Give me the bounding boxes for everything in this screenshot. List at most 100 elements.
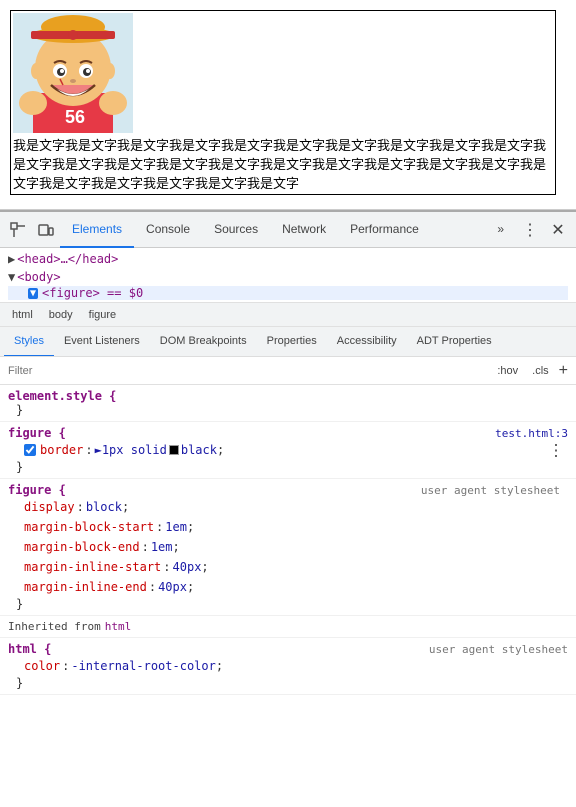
filter-right-controls: :hov .cls + bbox=[493, 362, 568, 380]
css-inherited-text: Inherited from bbox=[8, 620, 101, 633]
tab-performance[interactable]: Performance bbox=[338, 212, 431, 248]
css-prop-value-mbs: 1em bbox=[165, 517, 187, 537]
filter-cls-button[interactable]: .cls bbox=[528, 363, 553, 379]
css-rule-figure-ua-header: figure { user agent stylesheet bbox=[8, 483, 568, 497]
devtools-tab-list: Elements Console Sources Network Perform… bbox=[60, 212, 485, 248]
devtools-menu-button[interactable]: ⋮ bbox=[518, 218, 542, 242]
dom-figure-row[interactable]: ▼ <figure> == $0 bbox=[8, 286, 568, 300]
css-inherited-html-tag[interactable]: html bbox=[105, 620, 132, 633]
css-property-margin-block-start: margin-block-start : 1em ; bbox=[8, 517, 568, 537]
css-rule-html-closing: } bbox=[8, 676, 568, 690]
css-prop-value-mbe: 1em bbox=[151, 537, 173, 557]
styles-tab-properties[interactable]: Properties bbox=[257, 327, 327, 357]
figure-element: 56 bbox=[10, 10, 556, 195]
css-prop-value-border-px: 1px solid bbox=[102, 440, 167, 460]
css-rule-figure-menu[interactable]: ⋮ bbox=[544, 439, 568, 462]
css-rule-html-header: html { user agent stylesheet bbox=[8, 642, 568, 656]
css-property-margin-block-end: margin-block-end : 1em ; bbox=[8, 537, 568, 557]
css-prop-name-margin-block-start[interactable]: margin-block-start bbox=[24, 517, 154, 537]
dom-head-row[interactable]: ▶ <head>…</head> bbox=[8, 250, 568, 268]
css-semicolon-mie: ; bbox=[187, 577, 194, 597]
styles-tab-dom-breakpoints[interactable]: DOM Breakpoints bbox=[150, 327, 257, 357]
css-prop-name-margin-block-end[interactable]: margin-block-end bbox=[24, 537, 140, 557]
filter-hov-button[interactable]: :hov bbox=[493, 363, 522, 379]
css-prop-value-mie: 40px bbox=[158, 577, 187, 597]
css-semicolon-mbe: ; bbox=[173, 537, 180, 557]
dom-expand-body[interactable]: ▼ bbox=[8, 268, 15, 286]
tab-more[interactable]: » bbox=[485, 212, 516, 248]
css-color-swatch-black[interactable] bbox=[169, 445, 179, 455]
svg-text:56: 56 bbox=[65, 107, 85, 127]
css-property-display: display : block ; bbox=[8, 497, 568, 517]
css-semicolon-border: ; bbox=[217, 440, 224, 460]
dom-figure-selected-marker: ▼ bbox=[28, 288, 38, 299]
dom-tree: ▶ <head>…</head> ▼ <body> ▼ <figure> == … bbox=[0, 248, 576, 303]
styles-filter-bar: :hov .cls + bbox=[0, 357, 576, 385]
styles-tab-list: Styles Event Listeners DOM Breakpoints P… bbox=[0, 327, 576, 357]
css-prop-name-display[interactable]: display bbox=[24, 497, 75, 517]
tab-elements[interactable]: Elements bbox=[60, 212, 134, 248]
toolbar-right-actions: » ⋮ ✕ bbox=[485, 212, 572, 248]
figure-caption: 我是文字我是文字我是文字我是文字我是文字我是文字我是文字我是文字我是文字我是文字… bbox=[13, 135, 553, 192]
dom-body-row[interactable]: ▼ <body> bbox=[8, 268, 568, 286]
css-selector-figure[interactable]: figure { bbox=[8, 426, 66, 440]
css-rule-element-style-closing: } bbox=[8, 403, 568, 417]
css-selector-figure-ua[interactable]: figure { bbox=[8, 483, 66, 497]
css-prop-value-display: block bbox=[86, 497, 122, 517]
css-selector-element-style[interactable]: element.style { bbox=[8, 389, 116, 403]
css-prop-name-color[interactable]: color bbox=[24, 656, 60, 676]
tab-console[interactable]: Console bbox=[134, 212, 202, 248]
css-prop-name-margin-inline-end[interactable]: margin-inline-end bbox=[24, 577, 147, 597]
styles-tab-styles[interactable]: Styles bbox=[4, 327, 54, 357]
css-colon-display: : bbox=[77, 497, 84, 517]
devtools-panel: Elements Console Sources Network Perform… bbox=[0, 210, 576, 807]
dom-body-tag: <body> bbox=[17, 268, 60, 286]
dom-breadcrumb: html body figure bbox=[0, 303, 576, 327]
css-styles-panel: element.style { } figure { test.html:3 b… bbox=[0, 385, 576, 807]
styles-tab-accessibility[interactable]: Accessibility bbox=[327, 327, 407, 357]
devtools-toolbar: Elements Console Sources Network Perform… bbox=[0, 212, 576, 248]
css-prop-value-border-expand[interactable]: ► bbox=[95, 440, 102, 460]
css-rule-element-style-header: element.style { bbox=[8, 389, 568, 403]
breadcrumb-figure[interactable]: figure bbox=[85, 307, 121, 323]
dom-expand-head[interactable]: ▶ bbox=[8, 250, 15, 268]
css-property-margin-inline-start: margin-inline-start : 40px ; bbox=[8, 557, 568, 577]
devtools-close-button[interactable]: ✕ bbox=[544, 216, 572, 244]
css-property-color: color : -internal-root-color ; bbox=[8, 656, 568, 676]
css-colon-border: : bbox=[85, 440, 92, 460]
css-prop-name-border[interactable]: border bbox=[40, 440, 83, 460]
css-semicolon-display: ; bbox=[122, 497, 129, 517]
css-colon-mis: : bbox=[163, 557, 170, 577]
css-colon-mie: : bbox=[149, 577, 156, 597]
css-rule-figure-header: figure { test.html:3 bbox=[8, 426, 568, 440]
styles-tab-event-listeners[interactable]: Event Listeners bbox=[54, 327, 150, 357]
device-toolbar-button[interactable] bbox=[32, 216, 60, 244]
breadcrumb-html[interactable]: html bbox=[8, 307, 37, 323]
filter-add-button[interactable]: + bbox=[559, 362, 568, 380]
css-property-border-checkbox[interactable] bbox=[24, 444, 36, 456]
css-ua-label-html: user agent stylesheet bbox=[51, 643, 568, 656]
css-colon-color: : bbox=[62, 656, 69, 676]
styles-tab-adt-properties[interactable]: ADT Properties bbox=[407, 327, 502, 357]
css-colon-mbe: : bbox=[142, 537, 149, 557]
css-prop-value-border-color: black bbox=[181, 440, 217, 460]
css-semicolon-mis: ; bbox=[201, 557, 208, 577]
css-rule-figure-closing: } bbox=[8, 460, 568, 474]
css-rule-figure-ua: figure { user agent stylesheet display :… bbox=[0, 479, 576, 616]
css-rule-figure-ua-closing: } bbox=[8, 597, 568, 611]
css-prop-name-margin-inline-start[interactable]: margin-inline-start bbox=[24, 557, 161, 577]
tab-sources[interactable]: Sources bbox=[202, 212, 270, 248]
browser-viewport: 56 bbox=[0, 0, 576, 210]
css-selector-html[interactable]: html { bbox=[8, 642, 51, 656]
css-rule-figure: figure { test.html:3 border : ► 1px soli… bbox=[0, 422, 576, 479]
css-inherited-label: Inherited from html bbox=[0, 616, 576, 638]
css-prop-value-color: -internal-root-color bbox=[71, 656, 216, 676]
styles-filter-input[interactable] bbox=[8, 365, 493, 377]
css-ua-label-figure: user agent stylesheet bbox=[66, 484, 568, 497]
css-semicolon-color: ; bbox=[216, 656, 223, 676]
css-property-margin-inline-end: margin-inline-end : 40px ; bbox=[8, 577, 568, 597]
inspect-element-button[interactable] bbox=[4, 216, 32, 244]
breadcrumb-body[interactable]: body bbox=[45, 307, 77, 323]
tab-network[interactable]: Network bbox=[270, 212, 338, 248]
dom-head-tag: <head>…</head> bbox=[17, 250, 118, 268]
